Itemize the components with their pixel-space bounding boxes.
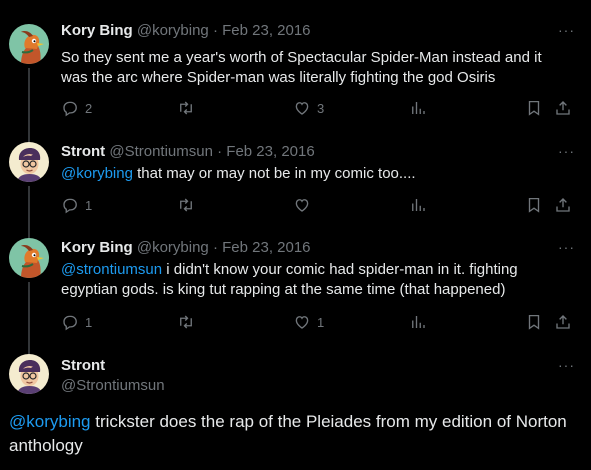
tweet-text: @strontiumsun i didn't know your comic h…: [61, 260, 571, 300]
date-separator: ·: [212, 239, 218, 256]
thread-line: [28, 226, 30, 238]
share-icon: [554, 196, 572, 214]
retweet-button[interactable]: [177, 313, 195, 331]
avatar[interactable]: [9, 142, 49, 182]
reply-button[interactable]: 1: [61, 196, 92, 214]
date-separator: ·: [217, 143, 223, 160]
handle[interactable]: @Strontiumsun: [61, 377, 165, 394]
like-button[interactable]: [293, 196, 311, 214]
retweet-icon: [177, 313, 195, 331]
tweet-handle-line: @Strontiumsun: [61, 377, 165, 394]
timestamp[interactable]: Feb 23, 2016: [222, 22, 310, 39]
tweet-text-body: that may or may not be in my comic too..…: [132, 165, 416, 182]
retweet-icon: [177, 196, 195, 214]
views-icon: [409, 313, 427, 331]
display-name[interactable]: Stront: [61, 143, 105, 160]
mention-link[interactable]: @korybing: [61, 165, 133, 182]
handle[interactable]: @Strontiumsun: [109, 143, 213, 160]
avatar[interactable]: [9, 354, 49, 394]
reply-icon: [61, 196, 79, 214]
reply-icon: [61, 99, 79, 117]
like-count: 1: [317, 314, 325, 330]
bookmark-button[interactable]: [525, 196, 543, 214]
tweet-header: Kory Bing @korybing · Feb 23, 2016: [61, 239, 311, 256]
handle[interactable]: @korybing: [137, 22, 209, 39]
share-button[interactable]: [554, 196, 572, 214]
more-options-button[interactable]: ···: [558, 357, 575, 373]
thread-line: [28, 282, 30, 342]
reply-count: 2: [85, 100, 93, 116]
bookmark-icon: [525, 99, 543, 117]
tweet-3[interactable]: Kory Bing @korybing · Feb 23, 2016 ··· @…: [0, 226, 591, 342]
views-icon: [409, 99, 427, 117]
thread-line: [28, 342, 30, 354]
reply-count: 1: [85, 197, 93, 213]
views-icon: [409, 196, 427, 214]
reply-count: 1: [85, 314, 93, 330]
bookmark-icon: [525, 313, 543, 331]
thread-line: [28, 186, 30, 226]
share-button[interactable]: [554, 99, 572, 117]
bookmark-icon: [525, 196, 543, 214]
more-options-button[interactable]: ···: [558, 239, 575, 255]
reply-button[interactable]: 1: [61, 313, 92, 331]
avatar[interactable]: [9, 238, 49, 278]
more-options-button[interactable]: ···: [558, 143, 575, 159]
views-button[interactable]: [409, 196, 427, 214]
avatar[interactable]: [9, 24, 49, 64]
main-tweet: Stront @Strontiumsun ··· @korybing trick…: [0, 342, 591, 470]
retweet-button[interactable]: [177, 196, 195, 214]
display-name[interactable]: Stront: [61, 357, 105, 374]
bookmark-button[interactable]: [525, 99, 543, 117]
thread-line: [28, 68, 30, 130]
like-button[interactable]: 1: [293, 313, 324, 331]
retweet-icon: [177, 99, 195, 117]
timestamp[interactable]: Feb 23, 2016: [226, 143, 314, 160]
date-separator: ·: [212, 22, 218, 39]
display-name[interactable]: Kory Bing: [61, 22, 133, 39]
heart-icon: [293, 313, 311, 331]
tweet-text: @korybing that may or may not be in my c…: [61, 164, 571, 184]
mention-link[interactable]: @strontiumsun: [61, 261, 162, 278]
views-button[interactable]: [409, 99, 427, 117]
tweet-text: @korybing trickster does the rap of the …: [9, 410, 569, 458]
tweet-2[interactable]: Stront @Strontiumsun · Feb 23, 2016 ··· …: [0, 130, 591, 226]
thread-line: [28, 130, 30, 142]
share-icon: [554, 313, 572, 331]
tweet-text-body: trickster does the rap of the Pleiades f…: [9, 412, 567, 455]
tweet-header: Stront @Strontiumsun · Feb 23, 2016: [61, 143, 315, 160]
heart-icon: [293, 99, 311, 117]
share-button[interactable]: [554, 313, 572, 331]
tweet-1[interactable]: Kory Bing @korybing · Feb 23, 2016 ··· S…: [0, 0, 591, 130]
like-count: 3: [317, 100, 325, 116]
bookmark-button[interactable]: [525, 313, 543, 331]
retweet-button[interactable]: [177, 99, 195, 117]
tweet-text: So they sent me a year's worth of Specta…: [61, 49, 542, 86]
reply-icon: [61, 313, 79, 331]
tweet-header: Kory Bing @korybing · Feb 23, 2016: [61, 22, 311, 39]
share-icon: [554, 99, 572, 117]
display-name[interactable]: Kory Bing: [61, 239, 133, 256]
views-button[interactable]: [409, 313, 427, 331]
mention-link[interactable]: @korybing: [9, 412, 91, 431]
heart-icon: [293, 196, 311, 214]
more-options-button[interactable]: ···: [558, 22, 575, 38]
handle[interactable]: @korybing: [137, 239, 209, 256]
action-bar: 1 1: [61, 313, 581, 333]
action-bar: 1: [61, 196, 581, 216]
reply-button[interactable]: 2: [61, 99, 92, 117]
timestamp[interactable]: Feb 23, 2016: [222, 239, 310, 256]
tweet-header: Stront: [61, 357, 105, 374]
action-bar: 2 3: [61, 99, 581, 119]
like-button[interactable]: 3: [293, 99, 324, 117]
